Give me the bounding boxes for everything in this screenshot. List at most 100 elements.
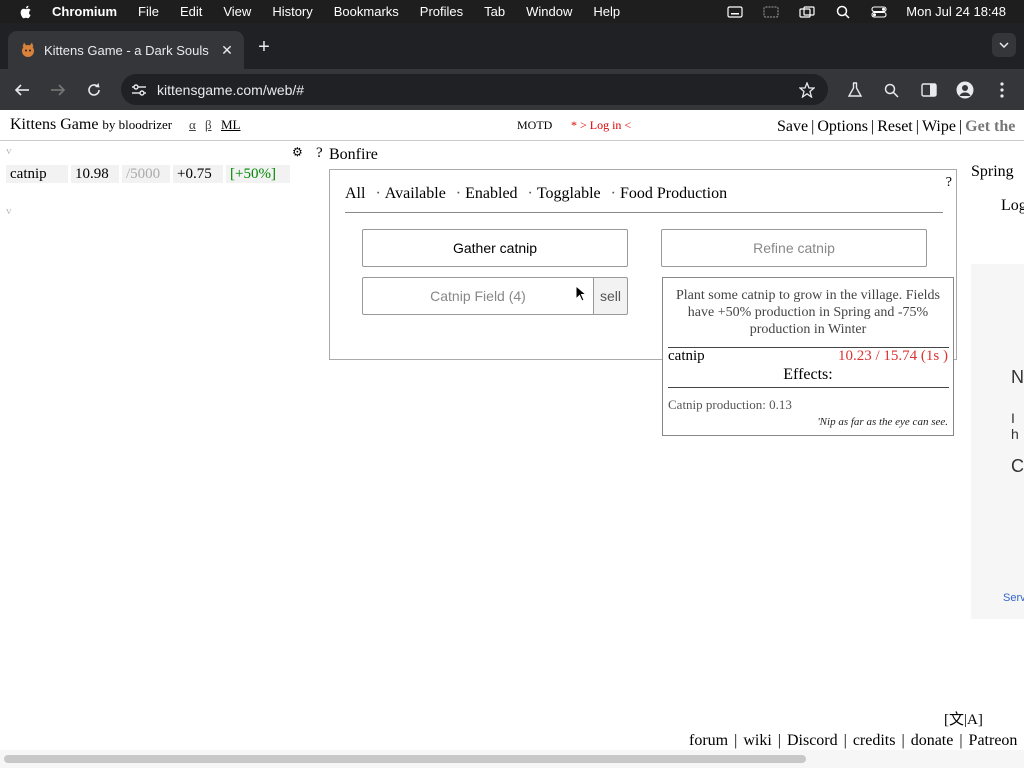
game-author: by bloodrizer (102, 117, 173, 132)
scrollbar-thumb[interactable] (4, 755, 806, 763)
tooltip-effects-divider (668, 387, 949, 388)
login-link[interactable]: * > Log in < (571, 118, 631, 133)
browser-tab-strip: Kittens Game - a Dark Souls ✕ + (0, 23, 1024, 69)
filter-available[interactable]: Available (385, 185, 446, 202)
filter-divider (345, 212, 943, 213)
language-toggle[interactable]: [文|A] (944, 708, 983, 729)
footer-links: forum | wiki | Discord | credits | donate | Patreo… (689, 732, 1018, 749)
sidebar-icon[interactable] (762, 5, 780, 19)
get-the-link[interactable]: Get the (965, 118, 1015, 135)
forum-link[interactable]: forum (689, 732, 728, 749)
tooltip-effects-title: Effects: (783, 366, 833, 383)
motd-link[interactable]: MOTD (517, 118, 552, 133)
side-panel-icon[interactable] (917, 78, 941, 102)
bonfire-help-icon[interactable]: ? (316, 145, 323, 162)
log-label[interactable]: Log (1001, 197, 1024, 215)
reset-link[interactable]: Reset (877, 118, 913, 135)
tab-search-chevron-icon[interactable] (992, 33, 1016, 57)
labs-flask-icon[interactable] (843, 78, 867, 102)
top-links: Save | Options | Reset | Wipe | Get the (777, 118, 1016, 135)
resource-max: /5000 (122, 165, 170, 183)
tab-bonfire[interactable]: Bonfire (329, 146, 378, 164)
filter-togglable[interactable]: Togglable (537, 185, 601, 202)
search-icon[interactable] (879, 78, 903, 102)
tooltip-effect-production: Catnip production: 0.13 (668, 397, 792, 412)
macos-menu-bar: Chromium File Edit View History Bookmark… (0, 0, 1024, 23)
tab-title: Kittens Game - a Dark Souls (44, 42, 209, 58)
overlay-heading-partial: N (1011, 367, 1024, 387)
donate-link[interactable]: donate (911, 732, 954, 749)
wiki-link[interactable]: wiki (743, 732, 771, 749)
menu-profiles[interactable]: Profiles (420, 4, 463, 19)
craft-toggle[interactable]: v (6, 205, 12, 217)
site-info-icon[interactable] (129, 80, 149, 100)
panel-help-icon[interactable]: ? (946, 175, 952, 191)
bookmark-star-icon[interactable] (796, 79, 818, 101)
tooltip-cost-value: 10.23 / 15.74 (1s ) (838, 348, 948, 364)
browser-tab[interactable]: Kittens Game - a Dark Souls ✕ (8, 31, 244, 69)
tooltip-cost-resource: catnip (668, 348, 705, 364)
menu-help[interactable]: Help (593, 4, 620, 19)
overlay-link-partial[interactable]: Serv (1003, 592, 1024, 604)
apple-icon[interactable] (18, 4, 34, 20)
side-overlay-panel: N I h C Serv (971, 264, 1024, 619)
patreon-link[interactable]: Patreon (969, 732, 1018, 749)
menu-bar-clock[interactable]: Mon Jul 24 18:48 (906, 4, 1006, 19)
address-bar[interactable]: kittensgame.com/web/# (121, 74, 828, 105)
menu-window[interactable]: Window (526, 4, 572, 19)
game-title: Kittens Game by bloodrizer (10, 116, 172, 134)
ml-link[interactable]: ML (221, 117, 241, 133)
options-link[interactable]: Options (817, 118, 868, 135)
menu-chromium[interactable]: Chromium (52, 4, 117, 19)
resource-bonus: [+50%] (226, 165, 290, 183)
keyboard-icon[interactable] (726, 5, 744, 19)
resource-name: catnip (6, 165, 68, 183)
menu-file[interactable]: File (138, 4, 159, 19)
gear-icon[interactable]: ⚙ (292, 145, 303, 159)
game-page: Kittens Game by bloodrizer α β ML MOTD *… (0, 110, 1024, 768)
alpha-link[interactable]: α (189, 117, 196, 133)
filter-food-production[interactable]: Food Production (620, 185, 727, 202)
screen-mirror-icon[interactable] (798, 5, 816, 19)
menu-history[interactable]: History (272, 4, 312, 19)
tooltip-flavor-text: 'Nip as far as the eye can see. (817, 416, 948, 428)
resource-amount: 10.98 (71, 165, 119, 183)
overlay-subheading-partial: C (1011, 456, 1024, 476)
menu-edit[interactable]: Edit (180, 4, 202, 19)
browser-toolbar: kittensgame.com/web/# (0, 69, 1024, 110)
control-center-icon[interactable] (870, 5, 888, 19)
more-menu-icon[interactable] (990, 78, 1014, 102)
menu-tab[interactable]: Tab (484, 4, 505, 19)
filter-enabled[interactable]: Enabled (465, 185, 517, 202)
discord-link[interactable]: Discord (787, 732, 838, 749)
overlay-text-partial: I h (1011, 410, 1019, 442)
beta-link[interactable]: β (205, 117, 212, 133)
credits-link[interactable]: credits (853, 732, 896, 749)
resource-rate: +0.75 (173, 165, 223, 183)
new-tab-icon[interactable]: + (254, 37, 274, 57)
sell-button[interactable]: sell (593, 277, 628, 315)
tooltip-description: Plant some catnip to grow in the village… (675, 288, 941, 337)
kitten-favicon-icon (22, 42, 34, 57)
filter-all[interactable]: All (345, 185, 365, 202)
gather-catnip-button[interactable]: Gather catnip (362, 229, 628, 267)
profile-avatar-icon[interactable] (953, 78, 977, 102)
reload-icon[interactable] (82, 78, 106, 102)
wipe-link[interactable]: Wipe (922, 118, 956, 135)
refine-catnip-button[interactable]: Refine catnip (661, 229, 927, 267)
menu-view[interactable]: View (223, 4, 251, 19)
catnip-field-button[interactable]: Catnip Field (4) (362, 277, 593, 315)
spotlight-search-icon[interactable] (834, 5, 852, 19)
resources-toggle[interactable]: v (6, 145, 12, 157)
url-text[interactable]: kittensgame.com/web/# (157, 82, 796, 98)
game-title-text: Kittens Game (10, 116, 99, 133)
tab-close-icon[interactable]: ✕ (218, 41, 236, 59)
filter-bar: All · Available · Enabled · Togglable · Food Pro… (345, 185, 728, 202)
forward-arrow-icon[interactable] (46, 78, 70, 102)
back-arrow-icon[interactable] (10, 78, 34, 102)
menu-bookmarks[interactable]: Bookmarks (334, 4, 399, 19)
catnip-field-tooltip: Plant some catnip to grow in the village… (662, 277, 954, 436)
save-link[interactable]: Save (777, 118, 808, 135)
resource-row-catnip: catnip 10.98 /5000 +0.75 [+50%] (6, 165, 293, 183)
horizontal-scrollbar[interactable] (0, 750, 1024, 768)
